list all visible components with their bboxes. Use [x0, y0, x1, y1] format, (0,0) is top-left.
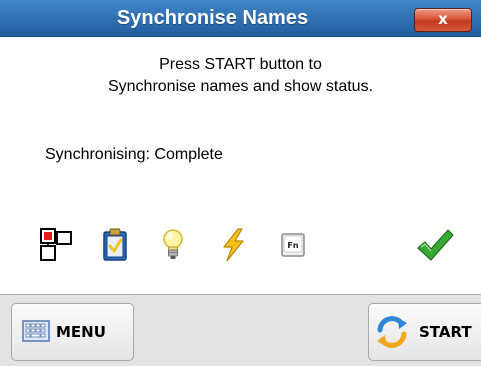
fn-key-label: Fn: [287, 241, 298, 250]
keyboard-icon: [22, 319, 50, 348]
instructions-line-2: Synchronise names and show status.: [107, 78, 374, 95]
menu-button[interactable]: MENU: [11, 303, 134, 361]
start-button-label: START: [419, 323, 472, 341]
clipboard-icon[interactable]: [102, 228, 128, 262]
network-location-icon[interactable]: [40, 228, 74, 262]
sync-status-text: Synchronising: Complete: [45, 146, 223, 163]
close-icon: x: [438, 10, 448, 28]
close-button[interactable]: x: [414, 8, 472, 32]
lightbulb-icon[interactable]: [162, 228, 184, 262]
window-title: Synchronise Names: [116, 7, 309, 29]
fn-key-icon[interactable]: Fn: [281, 228, 305, 262]
start-button[interactable]: START: [368, 303, 481, 361]
instructions-text: Press START button to Synchronise names …: [0, 54, 481, 98]
title-bar: Synchronise Names x: [0, 0, 481, 37]
footer-bar: MENU START: [0, 294, 481, 366]
menu-button-label: MENU: [56, 323, 106, 341]
instructions-line-1: Press START button to: [159, 56, 322, 73]
sync-icon: [374, 314, 410, 355]
lightning-icon[interactable]: [218, 228, 248, 262]
sync-names-dialog: Synchronise Names x Press START button t…: [0, 0, 481, 366]
checkmark-icon: [416, 228, 454, 262]
